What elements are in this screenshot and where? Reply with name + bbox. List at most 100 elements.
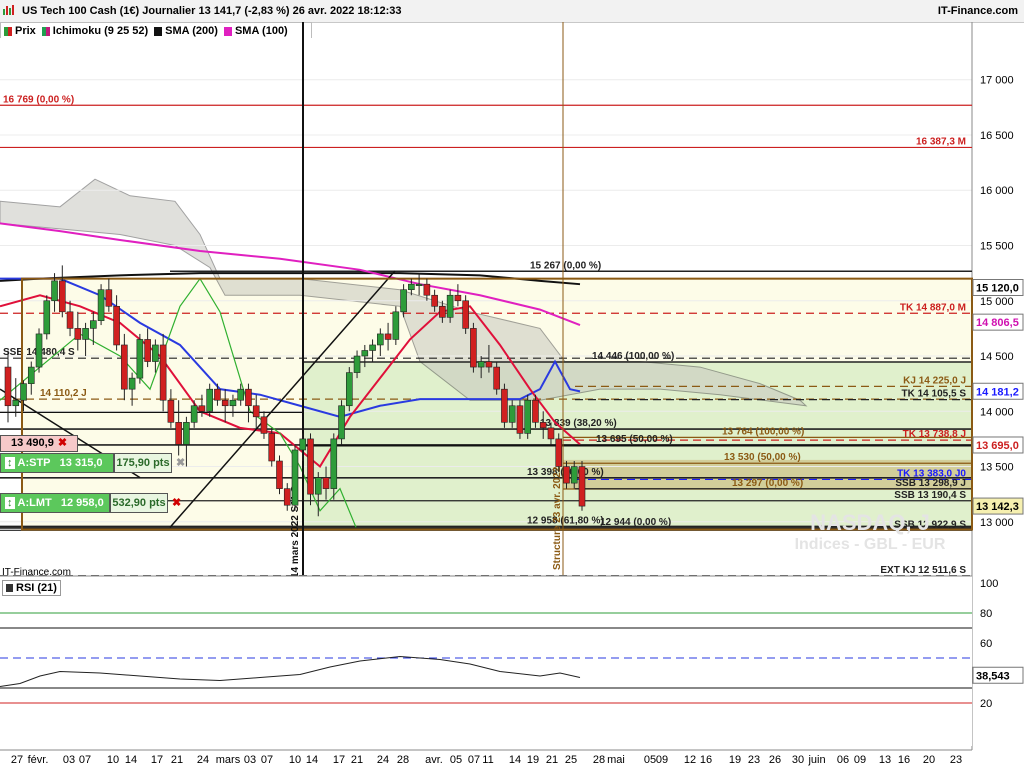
- candle-body: [462, 300, 469, 329]
- close-icon[interactable]: ✖: [176, 453, 185, 473]
- candle-body: [524, 399, 532, 434]
- candle-body: [516, 405, 524, 434]
- candle-body: [74, 328, 82, 340]
- x-tick-label: 28: [593, 754, 605, 766]
- rsi-swatch-icon: [6, 584, 13, 592]
- level-label: 14 446 (100,00 %): [592, 351, 674, 362]
- x-tick-label: 19: [729, 754, 741, 766]
- x-tick-label: avr.: [425, 754, 443, 766]
- candle-body: [423, 283, 431, 296]
- level-label: SSB 13 190,4 S: [894, 490, 966, 501]
- candle-body: [570, 466, 578, 484]
- candle-body: [408, 283, 415, 291]
- limit-order-points: 532,90 pts: [110, 493, 168, 513]
- candle-body: [4, 366, 12, 407]
- close-icon[interactable]: ✖: [58, 437, 67, 449]
- candle-body: [229, 399, 237, 407]
- limit-order-button[interactable]: ↕ A:LMT 12 958,0: [0, 493, 110, 513]
- candle-body: [260, 416, 268, 434]
- x-tick-label: 21: [546, 754, 558, 766]
- x-tick-label: 14: [306, 754, 318, 766]
- limit-order-label: A:LMT: [17, 497, 52, 509]
- candle-body: [58, 280, 66, 313]
- level-label: KJ 14 225,0 J: [903, 375, 966, 386]
- x-tick-label: mai: [607, 754, 625, 766]
- x-tick-label: 07: [79, 754, 91, 766]
- rsi-background: [0, 576, 972, 746]
- y-tick-label: 14 000: [980, 406, 1014, 418]
- candle-body: [384, 333, 392, 340]
- x-tick-label: 21: [351, 754, 363, 766]
- stop-order-button[interactable]: ↕ A:STP 13 315,0: [0, 453, 114, 473]
- price-tag-label: 14 806,5: [976, 317, 1019, 329]
- x-tick-label: févr.: [28, 754, 49, 766]
- candle-body: [291, 449, 299, 506]
- candle-body: [105, 289, 113, 307]
- candle-body: [167, 399, 175, 423]
- candle-body: [493, 366, 500, 390]
- candle-body: [237, 388, 245, 401]
- x-tick-label: juin: [807, 754, 825, 766]
- watermark: NASDAQ, J Indices - GBL - EUR: [770, 510, 970, 554]
- y-tick-label: 15 500: [980, 241, 1014, 253]
- candle-body: [12, 399, 20, 407]
- rsi-label: RSI (21): [2, 580, 61, 596]
- candle-body: [307, 438, 314, 495]
- price-tag-label: 15 120,0: [976, 283, 1019, 295]
- level-label: 13 695 (50,00 %): [596, 434, 673, 445]
- level-label: 13 839 (38,20 %): [540, 418, 617, 429]
- candle-body: [128, 377, 136, 390]
- x-tick-label: 30: [792, 754, 804, 766]
- level-label: 15 267 (0,00 %): [530, 260, 601, 271]
- level-label: 16 387,3 M: [916, 136, 966, 147]
- candle-body: [563, 466, 570, 484]
- candle-body: [283, 488, 291, 506]
- level-label: 14 110,2 J: [40, 388, 87, 399]
- level-label: 13 530 (50,00 %): [724, 452, 801, 463]
- level-label: 16 769 (0,00 %): [3, 94, 74, 105]
- candle-body: [539, 422, 547, 429]
- x-tick-label: 03: [63, 754, 75, 766]
- x-tick-label: 16: [898, 754, 910, 766]
- x-tick-label: 20: [923, 754, 935, 766]
- stop-order-points: 175,90 pts: [114, 453, 172, 473]
- candle-body: [477, 361, 485, 368]
- stop-order-icon: ↕: [5, 457, 15, 469]
- candle-body: [555, 438, 563, 467]
- x-tick-label: 17: [151, 754, 163, 766]
- candle-body: [66, 311, 74, 329]
- x-tick-label: 12: [684, 754, 696, 766]
- price-chart[interactable]: 17 000 16 500 16 000 15 500 15 000 14 500 14 0…: [0, 0, 1024, 768]
- level-label: 12 958 (61,80 %): [527, 515, 604, 526]
- limit-order-value: 12 958,0: [60, 497, 104, 509]
- candle-body: [136, 339, 144, 379]
- candle-body: [508, 405, 516, 423]
- x-tick-label: 05: [644, 754, 656, 766]
- candle-body: [97, 289, 105, 321]
- candle-body: [485, 361, 493, 368]
- x-tick-label: 09: [854, 754, 866, 766]
- rsi-tick-label: 80: [980, 608, 992, 620]
- candle-body: [252, 405, 260, 418]
- close-icon[interactable]: ✖: [172, 493, 181, 513]
- candle-body: [578, 466, 586, 507]
- candle-body: [20, 383, 27, 401]
- limit-order-icon: ↕: [5, 497, 15, 509]
- candle-body: [322, 477, 330, 489]
- candle-body: [183, 422, 190, 445]
- candle-body: [415, 283, 423, 286]
- candle-body: [338, 405, 345, 440]
- x-tick-label: 09: [656, 754, 668, 766]
- candle-body: [214, 388, 221, 401]
- price-tag-label: 13 695,0: [976, 440, 1019, 452]
- price-alert-tag[interactable]: 13 490,9 ✖: [0, 435, 78, 452]
- candle-body: [198, 405, 206, 412]
- candle-body: [51, 280, 58, 302]
- x-tick-label: 16: [700, 754, 712, 766]
- candle-body: [175, 422, 182, 445]
- x-tick-label: 11: [482, 754, 493, 766]
- candle-body: [446, 294, 454, 318]
- rsi-tick-label: 100: [980, 578, 998, 590]
- x-tick-label: 14: [509, 754, 521, 766]
- x-tick-label: 23: [748, 754, 760, 766]
